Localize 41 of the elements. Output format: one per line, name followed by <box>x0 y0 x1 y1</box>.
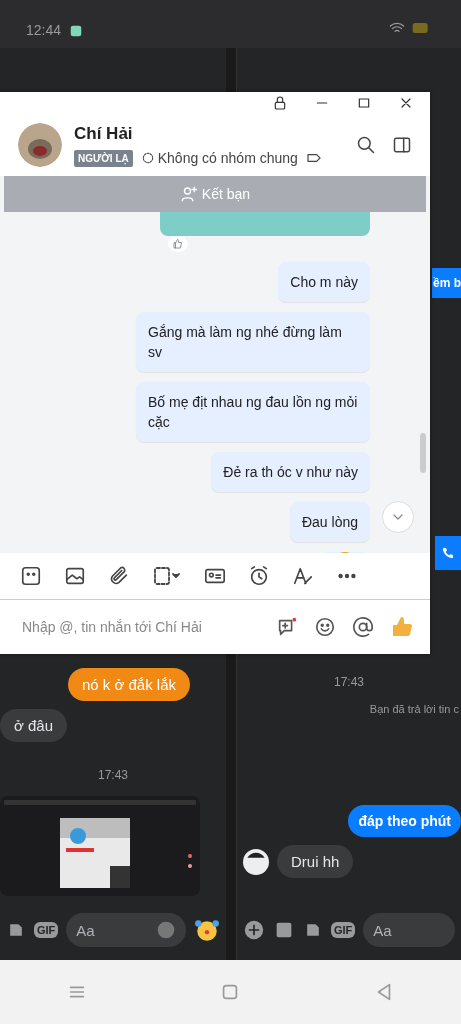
gif-button[interactable]: GIF <box>331 922 356 938</box>
message-field[interactable]: Aa <box>363 913 455 947</box>
add-person-icon <box>179 185 198 203</box>
message-bubble: đáp theo phút <box>348 805 461 837</box>
phone-icon <box>441 546 455 560</box>
header-button[interactable]: ềm b <box>432 268 461 298</box>
message-input[interactable]: Nhập @, tin nhắn tới Chí Hải <box>20 618 260 636</box>
gif-button[interactable]: GIF <box>34 922 59 938</box>
call-button[interactable] <box>435 536 461 570</box>
message-bubble: Đau lòng <box>289 501 370 542</box>
timestamp: 17:43 <box>334 675 364 689</box>
contact-name: Chí Hải <box>74 123 134 144</box>
reply-note: Bạn đã trả lời tin c <box>369 703 459 715</box>
clown-emoji-icon[interactable] <box>194 917 220 943</box>
thumb-icon <box>172 237 184 250</box>
message-field[interactable]: Aa <box>66 913 186 947</box>
message-bubble: Bố mẹ địt nhau ng đau lồn ng mỏi cặc <box>136 381 370 442</box>
alarm-clock-icon[interactable] <box>248 565 270 587</box>
common-groups-link[interactable]: Không có nhóm chung <box>140 150 298 166</box>
stranger-badge: NGƯỜI LẠ <box>74 149 133 167</box>
timestamp: 17:43 <box>98 768 128 782</box>
message-bubble: Đẻ ra th óc v như này <box>211 451 370 492</box>
text-format-icon[interactable] <box>292 565 314 587</box>
quick-message-icon[interactable] <box>276 616 298 638</box>
lock-icon[interactable] <box>272 95 288 111</box>
message-bubble: Cho m này <box>278 261 370 302</box>
message-bubble: Drui hh <box>277 845 354 878</box>
avatar[interactable] <box>18 123 62 167</box>
plus-icon[interactable] <box>243 919 265 941</box>
search-icon[interactable] <box>356 135 376 155</box>
message-bubble: nó k ở đắk lắk <box>67 668 190 701</box>
mention-icon[interactable] <box>352 616 374 638</box>
notification-icon <box>69 24 84 38</box>
maximize-icon[interactable] <box>356 95 372 111</box>
sidebar-icon[interactable] <box>392 135 412 155</box>
message-bubble: Gắng mà làm ng nhé đừng làm sv <box>136 311 370 372</box>
clock: 12:44 <box>26 22 62 38</box>
paperclip-icon[interactable] <box>108 565 130 587</box>
avatar-icon <box>243 848 269 875</box>
message-bubble: ở đâu <box>0 709 68 742</box>
thumbs-up-icon[interactable] <box>390 615 414 639</box>
